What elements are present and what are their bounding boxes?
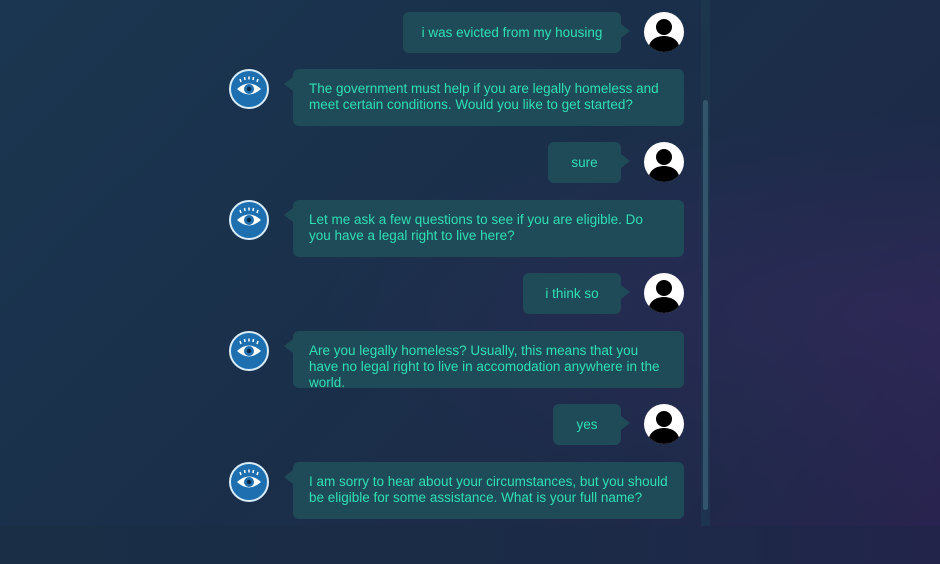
user-avatar [644,12,684,52]
user-avatar [644,142,684,182]
user-message: sure [548,142,630,183]
eye-icon [237,469,261,488]
message-text: I am sorry to hear about your circumstan… [309,474,668,505]
person-silhouette-icon [648,19,680,52]
bot-message: I am sorry to hear about your circumstan… [284,462,684,519]
eye-icon [237,76,261,95]
bot-avatar [229,69,269,109]
eye-icon [237,338,261,357]
user-message: i was evicted from my housing [403,12,630,53]
person-silhouette-icon [648,149,680,182]
message-text: The government must help if you are lega… [309,81,659,112]
person-silhouette-icon [648,280,680,313]
scrollbar-thumb[interactable] [703,100,708,510]
message-text: sure [571,154,598,170]
chat-scrollbar[interactable] [701,0,710,526]
user-message: i think so [523,273,630,314]
eye-icon [237,207,261,226]
message-text: yes [576,416,598,432]
message-text: Are you legally homeless? Usually, this … [309,343,660,390]
bot-message: Let me ask a few questions to see if you… [284,200,684,257]
message-text: i was evicted from my housing [421,24,603,40]
bot-message: Are you legally homeless? Usually, this … [284,331,684,390]
user-avatar [644,273,684,313]
bot-avatar [229,462,269,502]
message-text: Let me ask a few questions to see if you… [309,212,643,243]
bot-message: The government must help if you are lega… [284,69,684,126]
bottom-strip [0,526,940,564]
user-avatar [644,404,684,444]
user-message: yes [553,404,630,445]
person-silhouette-icon [648,411,680,444]
chat-panel: i was evicted from my housing The govern… [0,0,710,526]
bot-avatar [229,200,269,240]
message-text: i think so [545,285,599,301]
bot-avatar [229,331,269,371]
